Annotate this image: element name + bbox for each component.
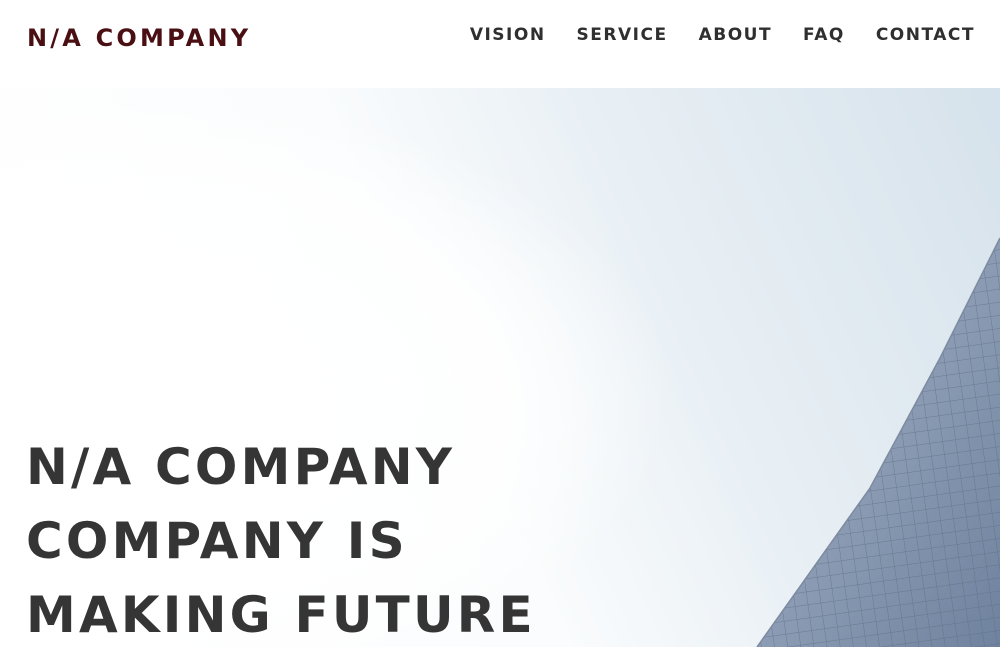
nav-item-about[interactable]: ABOUT xyxy=(699,25,772,45)
hero-heading: N/A COMPANY COMPANY IS MAKING FUTURE xyxy=(26,430,536,652)
nav-item-service[interactable]: SERVICE xyxy=(577,25,668,45)
hero-heading-line-1: N/A COMPANY xyxy=(26,438,456,496)
nav-item-vision[interactable]: VISION xyxy=(470,25,546,45)
site-header: N/A COMPANY VISION SERVICE ABOUT FAQ CON… xyxy=(0,0,1000,88)
hero-heading-line-3: MAKING FUTURE xyxy=(26,586,536,644)
page-bottom-strip xyxy=(0,647,1000,667)
main-nav: VISION SERVICE ABOUT FAQ CONTACT xyxy=(439,25,975,45)
brand-logo[interactable]: N/A COMPANY xyxy=(27,24,251,52)
nav-item-faq[interactable]: FAQ xyxy=(803,25,845,45)
hero-heading-line-2: COMPANY IS xyxy=(26,512,408,570)
nav-item-contact[interactable]: CONTACT xyxy=(876,25,975,45)
